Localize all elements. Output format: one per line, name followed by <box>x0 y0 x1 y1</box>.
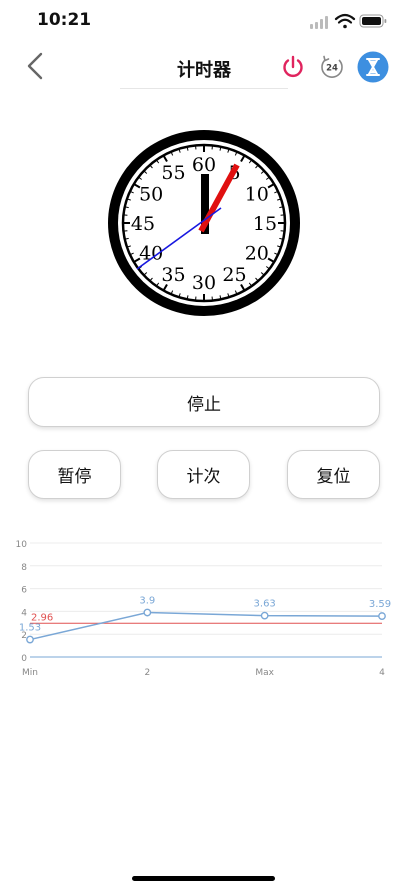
clock-numeral: 50 <box>139 184 163 206</box>
status-bar: 10:21 <box>0 0 408 44</box>
data-point <box>143 608 152 617</box>
data-point <box>26 635 34 644</box>
clock-numeral: 30 <box>192 272 216 294</box>
chart-grid <box>30 542 382 658</box>
data-point <box>260 611 269 620</box>
pause-button[interactable]: 暂停 <box>28 450 121 499</box>
y-tick-label: 10 <box>16 540 28 550</box>
clock-numeral: 45 <box>131 213 155 235</box>
data-point <box>378 612 386 620</box>
page-title: 计时器 <box>177 60 231 81</box>
reset-label: 复位 <box>316 467 351 487</box>
chart-series <box>29 611 383 641</box>
signal-icon <box>310 16 328 29</box>
clock-numeral: 20 <box>245 243 269 265</box>
clock-numeral: 25 <box>222 264 246 286</box>
clock-numeral: 55 <box>161 162 185 184</box>
lap-button[interactable]: 计次 <box>157 450 250 499</box>
svg-text:24: 24 <box>326 64 338 74</box>
y-tick-label: 0 <box>21 654 27 664</box>
home-indicator <box>132 876 275 881</box>
y-tick-label: 4 <box>21 608 27 618</box>
x-tick-label: Max <box>255 668 274 678</box>
x-tick-label: Min <box>22 668 38 678</box>
power-icon[interactable] <box>280 54 306 80</box>
clock-numeral: 10 <box>245 184 269 206</box>
x-tick-label: 4 <box>379 668 385 678</box>
y-tick-label: 6 <box>21 586 27 596</box>
status-time: 10:21 <box>37 10 92 30</box>
lap-label: 计次 <box>186 467 221 487</box>
wifi-icon <box>334 13 356 29</box>
clock-numeral: 15 <box>253 213 277 235</box>
reset-button[interactable]: 复位 <box>287 450 380 499</box>
clock-numeral: 35 <box>161 264 185 286</box>
chart-y-ticks: 0246810 <box>16 540 28 664</box>
data-label: 3.63 <box>254 599 276 610</box>
data-label: 3.59 <box>369 599 391 610</box>
x-tick-label: 2 <box>144 668 150 678</box>
nav-divider <box>120 88 288 89</box>
24-hour-icon[interactable]: 24 <box>319 54 345 80</box>
hourglass-icon[interactable] <box>357 51 389 83</box>
lap-chart: 0246810 Min 2 Max 4 2.96 1.533.9 3.63 3.59 <box>16 540 392 678</box>
chart-x-ticks: Min 2 Max 4 <box>22 668 385 678</box>
data-label: 3.9 <box>139 596 155 607</box>
pause-label: 暂停 <box>57 467 92 487</box>
y-tick-label: 8 <box>21 563 27 573</box>
battery-icon <box>359 14 387 28</box>
stop-label: 停止 <box>187 394 221 415</box>
series-line <box>29 611 383 641</box>
clock-numeral: 60 <box>192 154 216 176</box>
analog-clock: 60510152025303540455055 <box>108 130 300 316</box>
stop-button[interactable]: 停止 <box>28 377 380 427</box>
data-label: 1.53 <box>19 623 41 634</box>
status-icons <box>310 13 387 29</box>
